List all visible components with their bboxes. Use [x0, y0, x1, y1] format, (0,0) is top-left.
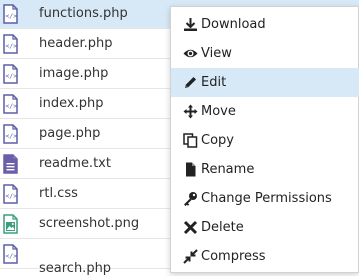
svg-text:</>: </> [5, 252, 17, 260]
move-icon [183, 104, 198, 119]
menu-item-label: Compress [201, 249, 266, 264]
menu-item-copy[interactable]: Copy [171, 126, 359, 155]
menu-item-move[interactable]: Move [171, 97, 359, 126]
context-menu: Download View Edit Move Copy Rename Chan… [170, 6, 359, 273]
menu-item-label: View [201, 46, 232, 61]
code-file-icon: </> [3, 64, 18, 84]
menu-item-view[interactable]: View [171, 39, 359, 68]
svg-text:</>: </> [5, 102, 17, 110]
svg-text:</>: </> [5, 42, 17, 50]
svg-text:</>: </> [5, 72, 17, 80]
file-name[interactable]: page.php [39, 126, 100, 141]
pencil-icon [185, 77, 196, 88]
file-name[interactable]: rtl.css [39, 186, 78, 201]
menu-item-delete[interactable]: Delete [171, 213, 359, 242]
svg-text:</>: </> [5, 192, 17, 200]
file-name[interactable]: image.php [39, 66, 108, 81]
svg-text:</>: </> [5, 12, 17, 20]
file-icon [186, 162, 196, 177]
code-file-icon: </> [3, 244, 18, 264]
file-name[interactable]: screenshot.png [39, 216, 139, 231]
image-file-icon [3, 214, 18, 234]
code-file-icon: </> [3, 34, 18, 54]
svg-text:</>: </> [5, 132, 17, 140]
menu-item-label: Change Permissions [201, 191, 332, 206]
code-file-icon: </> [3, 184, 18, 204]
code-file-icon: </> [3, 94, 18, 114]
file-name[interactable]: header.php [39, 36, 112, 51]
menu-item-label: Download [201, 17, 266, 32]
file-name[interactable]: readme.txt [39, 156, 111, 171]
file-name[interactable]: search.php [39, 261, 111, 276]
menu-item-label: Move [201, 104, 236, 119]
menu-item-rename[interactable]: Rename [171, 155, 359, 184]
menu-item-label: Rename [201, 162, 255, 177]
menu-item-label: Delete [201, 220, 244, 235]
menu-item-download[interactable]: Download [171, 10, 359, 39]
eye-icon [183, 49, 198, 58]
copy-icon [183, 133, 198, 148]
code-file-icon: </> [3, 124, 18, 144]
text-file-icon [3, 154, 18, 174]
menu-item-change-permissions[interactable]: Change Permissions [171, 184, 359, 213]
download-icon [184, 18, 197, 31]
menu-item-label: Edit [201, 75, 227, 90]
menu-item-label: Copy [201, 133, 234, 148]
menu-item-edit[interactable]: Edit [171, 68, 359, 97]
key-icon [184, 192, 197, 206]
code-file-icon: </> [3, 4, 18, 24]
compress-icon [183, 249, 198, 264]
x-icon [183, 220, 198, 235]
file-name[interactable]: functions.php [39, 6, 128, 21]
menu-item-compress[interactable]: Compress [171, 242, 359, 271]
file-name[interactable]: index.php [39, 96, 103, 111]
